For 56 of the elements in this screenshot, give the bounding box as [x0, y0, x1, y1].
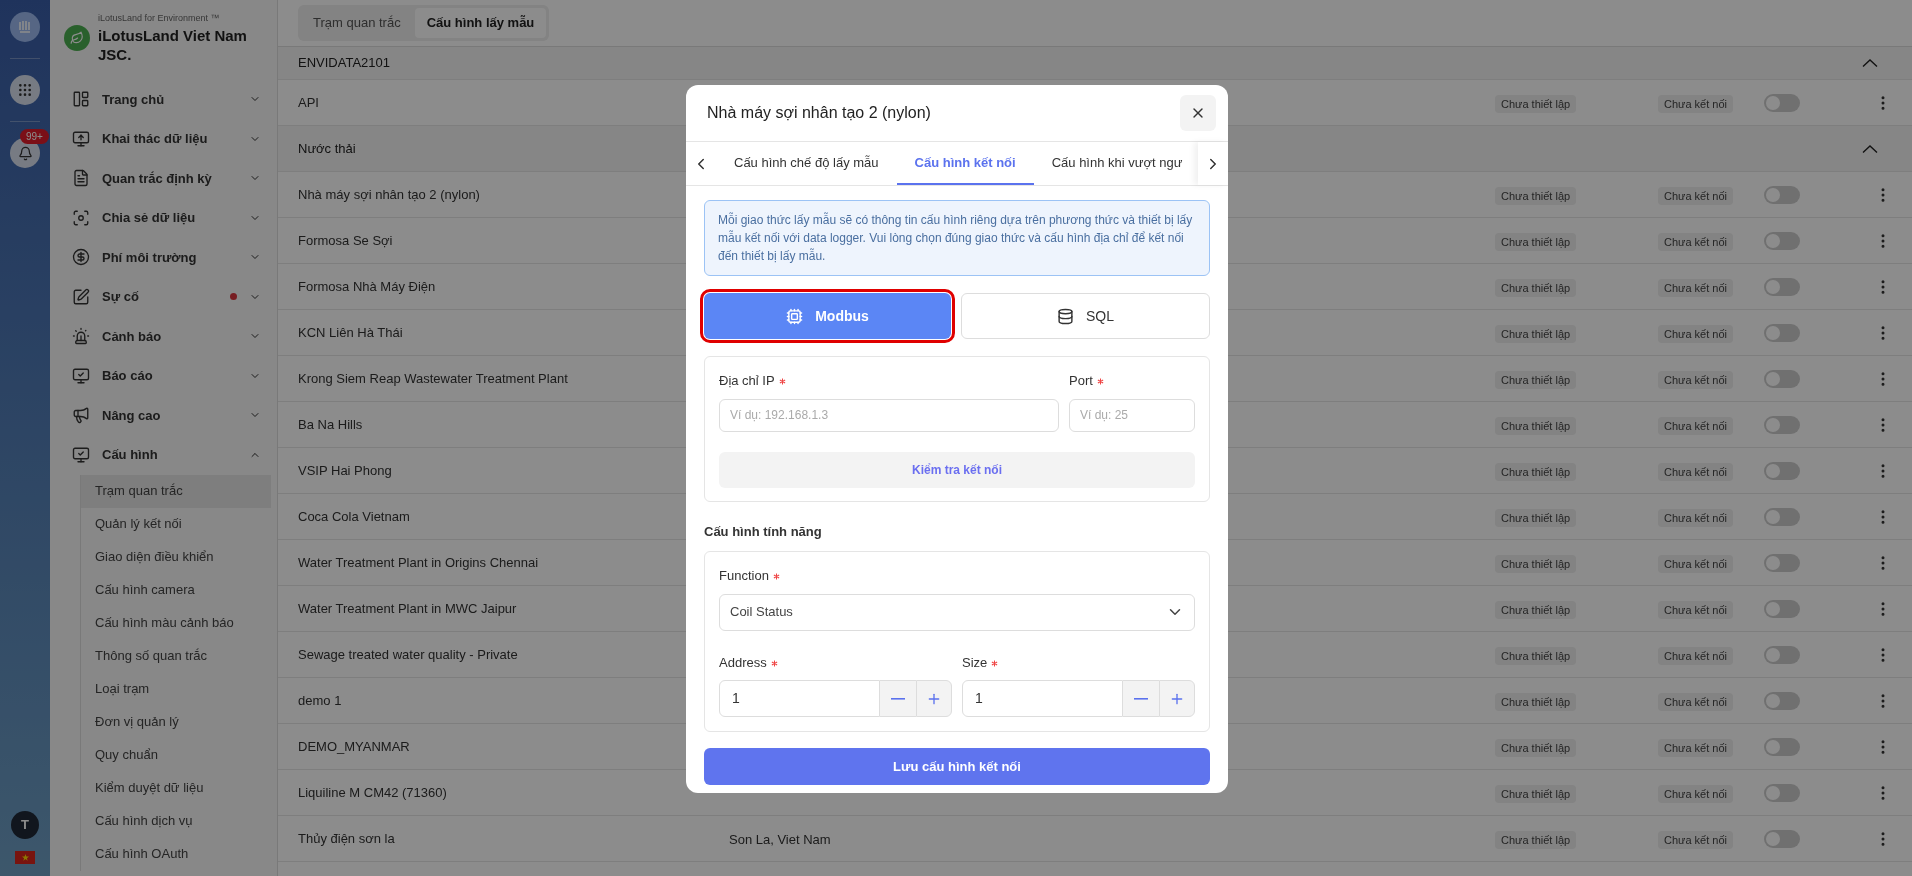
station-name: Ba Na Hills — [297, 415, 364, 434]
status-badge: Chưa kết nối — [1658, 554, 1733, 573]
brand-tagline: iLotusLand for Environment ™ — [98, 12, 221, 25]
status-badge: Chưa kết nối — [1658, 370, 1733, 389]
status-badge: Chưa kết nối — [1658, 646, 1733, 665]
status-badge: Chưa kết nối — [1658, 600, 1733, 619]
status-badge: Chưa thiết lập — [1495, 784, 1577, 803]
station-name: Nhà máy sợi nhân tạo 2 (nylon) — [297, 185, 481, 204]
station-name: VSIP Hai Phong — [297, 461, 393, 480]
status-badge: Chưa kết nối — [1658, 232, 1733, 251]
status-badge: Chưa thiết lập — [1495, 278, 1577, 297]
status-badge: Chưa kết nối — [1658, 692, 1733, 711]
station-location: Son La, Viet Nam — [729, 831, 831, 847]
status-badge: Chưa thiết lập — [1495, 232, 1577, 251]
status-badge: Chưa kết nối — [1658, 784, 1733, 803]
status-badge: Chưa kết nối — [1658, 186, 1733, 205]
status-badge: Chưa thiết lập — [1495, 416, 1577, 435]
status-badge: Chưa thiết lập — [1495, 738, 1577, 757]
station-name: Liquiline M CM42 (71360) — [297, 783, 448, 802]
station-name: Coca Cola Vietnam — [297, 507, 411, 526]
status-badge: Chưa kết nối — [1658, 278, 1733, 297]
station-name: DEMO_MYANMAR — [297, 737, 411, 756]
station-name: Formosa Nhà Máy Điện — [297, 277, 437, 296]
status-badge: Chưa kết nối — [1658, 416, 1733, 435]
station-name: KCN Liên Hà Thái — [297, 323, 404, 342]
brand-name: iLotusLand Viet Nam JSC. — [98, 25, 248, 64]
field-label: Port — [1069, 373, 1093, 388]
notification-badge: 99+ — [20, 129, 49, 144]
info-box: Mỗi giao thức lấy mẫu sẽ có thông tin cấu hình riêng dựa trên phương thức và thiết bị lấy mẫu kết nối với data logger. Vui lòng chọn đúng giao thức và cấu hình địa chỉ để kết nối đến thiết bị lấy mẫu. — [704, 200, 1210, 276]
status-badge: Chưa kết nối — [1658, 508, 1733, 527]
station-name: demo 1 — [297, 691, 343, 710]
status-badge: Chưa thiết lập — [1495, 508, 1577, 527]
field-label: Address — [719, 654, 767, 670]
station-name: Thủy điện sơn la — [297, 829, 396, 848]
status-badge: Chưa thiết lập — [1495, 830, 1577, 849]
field-label: Địa chỉ IP — [719, 373, 775, 388]
status-badge: Chưa thiết lập — [1495, 646, 1577, 665]
dialog-title: Nhà máy sợi nhân tạo 2 (nylon) — [707, 103, 931, 123]
status-badge: Chưa thiết lập — [1495, 186, 1577, 205]
status-badge: Chưa thiết lập — [1495, 370, 1577, 389]
status-badge: Chưa kết nối — [1658, 94, 1733, 113]
status-badge: Chưa thiết lập — [1495, 462, 1577, 481]
status-badge: Chưa thiết lập — [1495, 692, 1577, 711]
station-name: Water Treatment Plant in Origins Chennai — [297, 553, 540, 572]
status-badge: Chưa thiết lập — [1495, 600, 1577, 619]
field-label: Function — [719, 568, 769, 583]
status-badge: Chưa kết nối — [1658, 738, 1733, 757]
status-badge: Chưa kết nối — [1658, 324, 1733, 343]
status-badge: Chưa thiết lập — [1495, 94, 1577, 113]
status-badge: Chưa kết nối — [1658, 462, 1733, 481]
station-name: Water Treatment Plant in MWC Jaipur — [297, 599, 518, 618]
status-badge: Chưa thiết lập — [1495, 324, 1577, 343]
section-title: Cấu hình tính năng — [704, 522, 823, 541]
status-badge: Chưa kết nối — [1658, 830, 1733, 849]
status-badge: Chưa thiết lập — [1495, 554, 1577, 573]
field-label: Size — [962, 654, 988, 670]
